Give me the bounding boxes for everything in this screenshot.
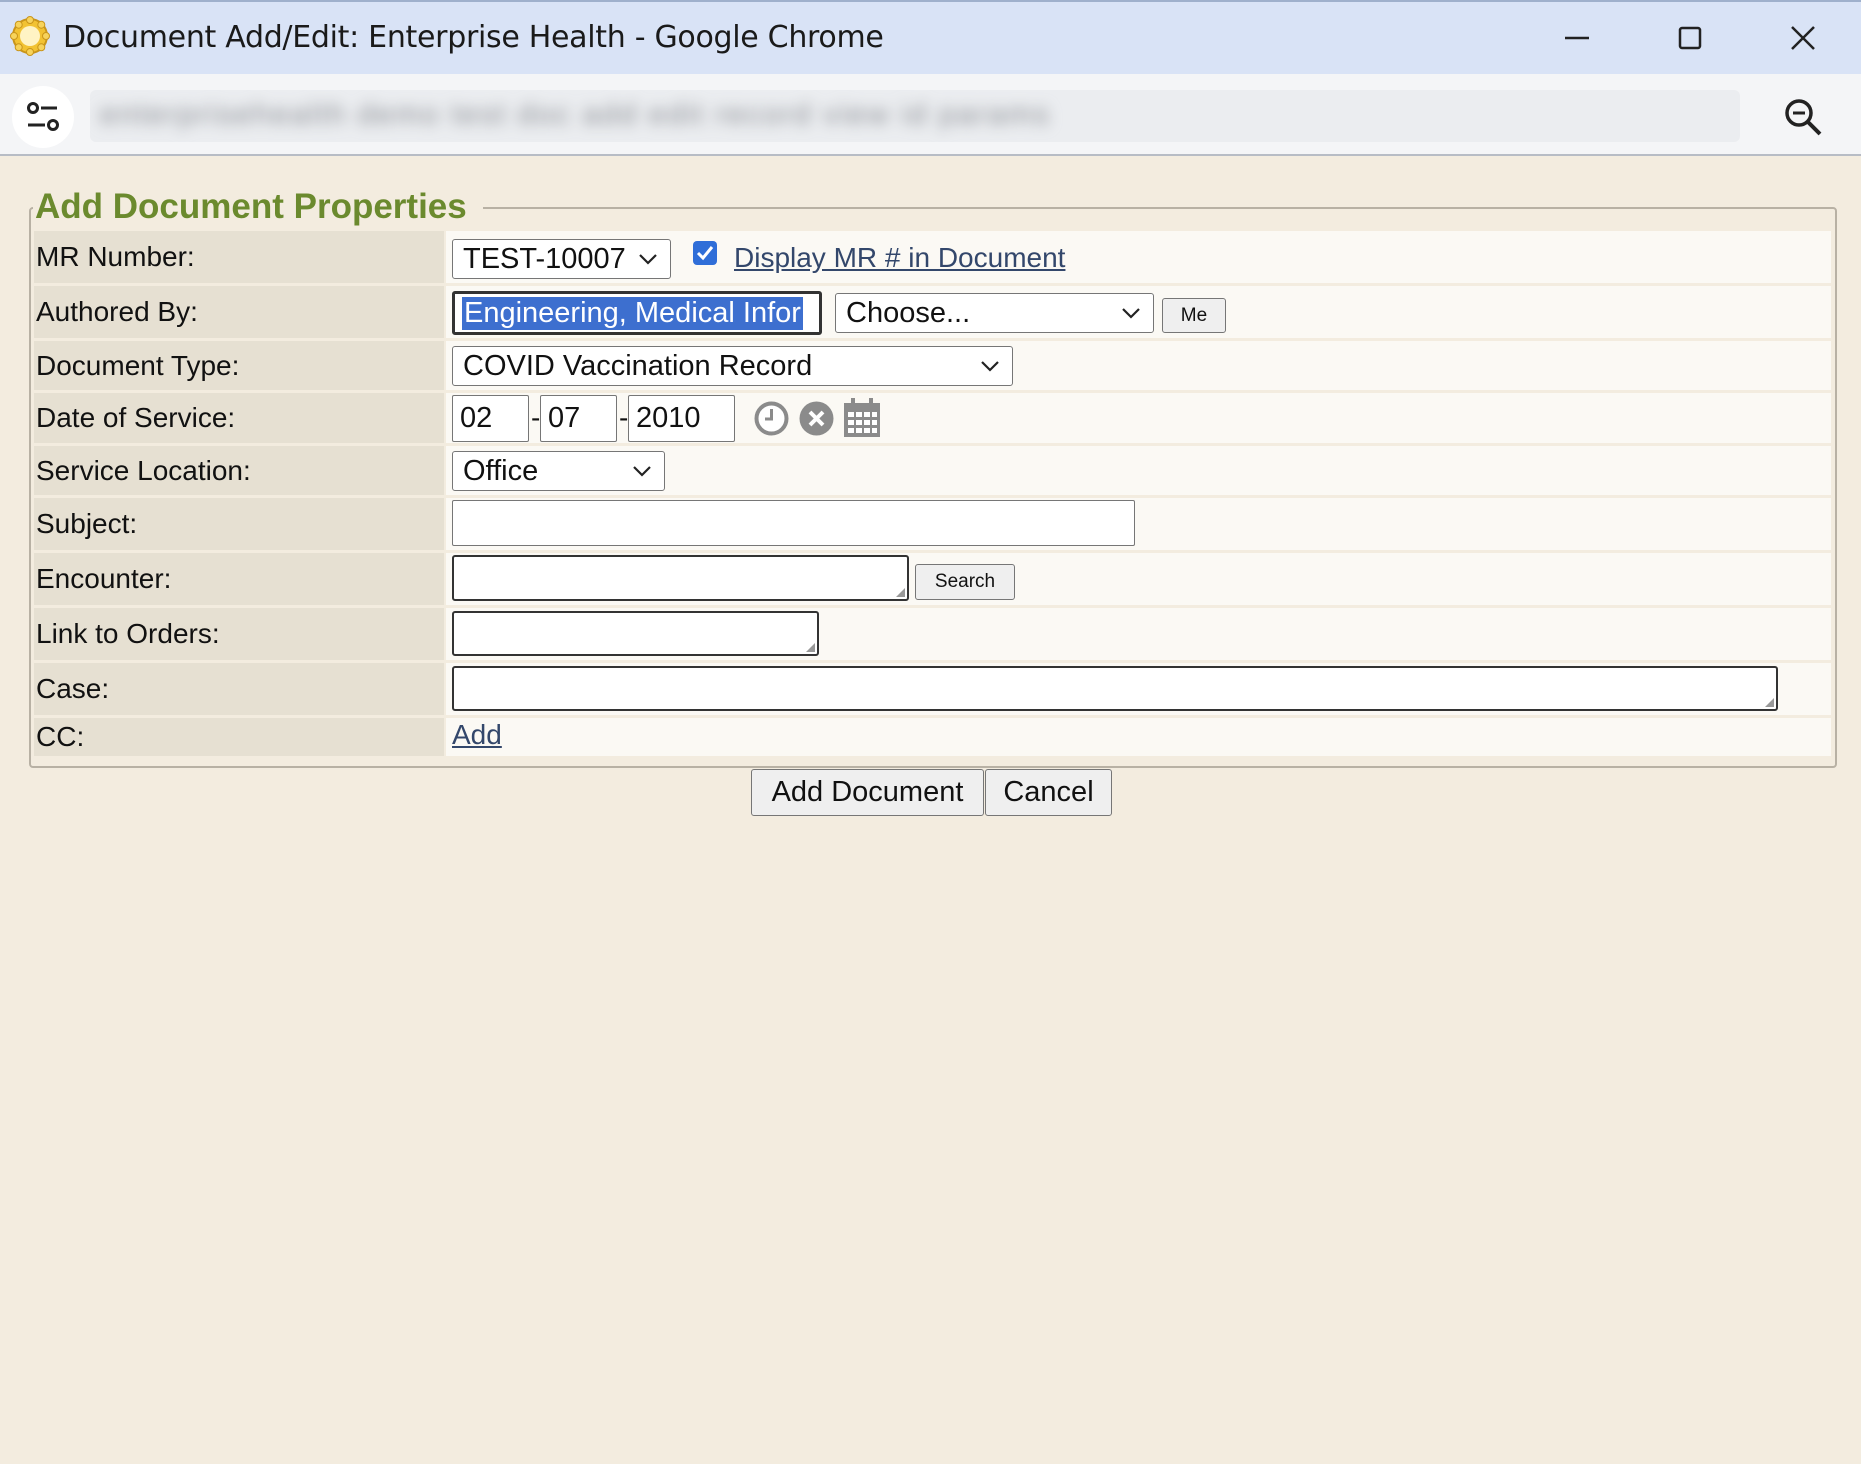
row-encounter: Encounter: Search <box>34 553 1831 605</box>
authored-by-choose-value: Choose... <box>846 296 971 329</box>
date-day-input[interactable]: 07 <box>540 395 617 442</box>
app-gear-icon <box>10 16 50 56</box>
resize-handle[interactable] <box>1765 698 1774 707</box>
me-button[interactable]: Me <box>1162 298 1226 333</box>
minimize-button[interactable] <box>1557 18 1597 58</box>
row-subject: Subject: <box>34 498 1831 550</box>
label-date-of-service: Date of Service: <box>34 393 444 443</box>
site-settings-button[interactable] <box>12 86 74 148</box>
authored-by-input[interactable]: Engineering, Medical Infor <box>452 291 822 335</box>
row-date-of-service: Date of Service: 02 - 07 - 2010 <box>34 393 1831 443</box>
resize-handle[interactable] <box>896 588 905 597</box>
label-link-to-orders: Link to Orders: <box>34 608 444 660</box>
link-to-orders-input[interactable] <box>452 611 819 656</box>
date-separator: - <box>531 402 541 433</box>
service-location-select[interactable]: Office <box>452 451 665 491</box>
cc-add-link[interactable]: Add <box>452 719 502 751</box>
label-mr-number: MR Number: <box>34 231 444 283</box>
address-bar: enterprisehealth demo test doc add edit … <box>0 74 1861 156</box>
authored-by-choose-select[interactable]: Choose... <box>835 293 1154 333</box>
label-cc: CC: <box>34 718 444 756</box>
add-document-button[interactable]: Add Document <box>751 769 984 816</box>
cancel-button[interactable]: Cancel <box>985 769 1112 816</box>
row-case: Case: <box>34 663 1831 715</box>
close-button[interactable] <box>1783 18 1823 58</box>
label-subject: Subject: <box>34 498 444 550</box>
mr-number-select[interactable]: TEST-10007 <box>452 239 671 279</box>
chevron-down-icon <box>639 254 657 265</box>
row-cc: CC: Add <box>34 718 1831 756</box>
document-type-select[interactable]: COVID Vaccination Record <box>452 346 1013 386</box>
window-title: Document Add/Edit: Enterprise Health - G… <box>63 20 884 55</box>
authored-by-value: Engineering, Medical Infor <box>462 296 803 330</box>
subject-input[interactable] <box>452 500 1135 546</box>
date-month-input[interactable]: 02 <box>452 395 529 442</box>
date-year-input[interactable]: 2010 <box>628 395 735 442</box>
mr-number-value: TEST-10007 <box>463 242 626 275</box>
label-encounter: Encounter: <box>34 553 444 605</box>
label-case: Case: <box>34 663 444 715</box>
url-text: enterprisehealth demo test doc add edit … <box>100 98 1051 131</box>
document-type-value: COVID Vaccination Record <box>463 349 813 382</box>
url-field[interactable]: enterprisehealth demo test doc add edit … <box>90 90 1740 142</box>
close-icon <box>1791 26 1815 50</box>
maximize-icon <box>1678 26 1702 50</box>
zoom-out-icon[interactable] <box>1782 96 1824 138</box>
row-mr-number: MR Number: TEST-10007 Display MR # in Do… <box>34 231 1831 283</box>
date-separator: - <box>619 402 629 433</box>
label-authored-by: Authored By: <box>34 286 444 338</box>
chevron-down-icon <box>1122 308 1140 319</box>
chevron-down-icon <box>981 361 999 372</box>
chevron-down-icon <box>633 466 651 477</box>
clock-icon[interactable] <box>753 400 790 437</box>
encounter-input[interactable] <box>452 555 909 601</box>
tune-icon <box>27 102 59 131</box>
minimize-icon <box>1565 36 1589 40</box>
clear-date-icon[interactable] <box>798 400 835 437</box>
calendar-icon[interactable] <box>842 397 882 439</box>
label-service-location: Service Location: <box>34 446 444 495</box>
maximize-button[interactable] <box>1670 18 1710 58</box>
service-location-value: Office <box>463 454 539 487</box>
encounter-search-button[interactable]: Search <box>915 564 1015 600</box>
display-mr-checkbox[interactable] <box>692 240 718 266</box>
row-link-to-orders: Link to Orders: <box>34 608 1831 660</box>
row-document-type: Document Type: COVID Vaccination Record <box>34 341 1831 390</box>
label-document-type: Document Type: <box>34 341 444 390</box>
row-service-location: Service Location: Office <box>34 446 1831 495</box>
display-mr-link[interactable]: Display MR # in Document <box>734 242 1065 274</box>
window-titlebar: Document Add/Edit: Enterprise Health - G… <box>0 0 1861 74</box>
form-legend: Add Document Properties <box>33 187 483 227</box>
case-input[interactable] <box>452 666 1778 711</box>
row-authored-by: Authored By: Engineering, Medical Infor … <box>34 286 1831 338</box>
resize-handle[interactable] <box>806 643 815 652</box>
